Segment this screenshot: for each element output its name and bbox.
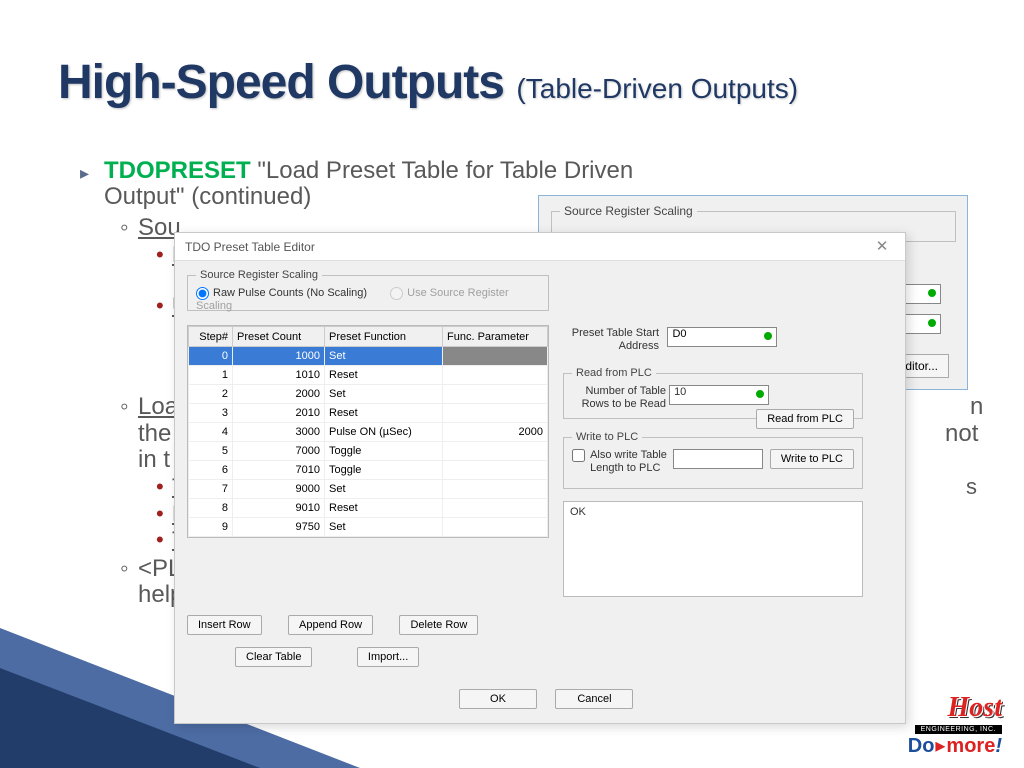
write-legend: Write to PLC <box>572 431 642 443</box>
table-row[interactable]: 01000Set <box>189 347 548 366</box>
write-to-plc-fieldset: Write to PLC Also write Table Length to … <box>563 431 863 489</box>
preset-start-address-field: Preset Table Start Address D0 <box>565 327 885 353</box>
read-from-plc-fieldset: Read from PLC Number of Table Rows to be… <box>563 367 863 419</box>
dialog-title-text: TDO Preset Table Editor <box>185 240 315 254</box>
valid-dot-icon <box>764 332 772 340</box>
slide-title: High-Speed Outputs (Table-Driven Outputs… <box>58 55 798 110</box>
write-cb-label: Also write Table Length to PLC <box>590 449 670 475</box>
append-row-button[interactable]: Append Row <box>288 615 373 635</box>
tdo-preset-editor-dialog: TDO Preset Table Editor ✕ Source Registe… <box>174 232 906 724</box>
clear-table-button[interactable]: Clear Table <box>235 647 312 667</box>
radio-srs-input <box>390 287 403 300</box>
dialog-confirm-buttons: OK Cancel <box>459 689 647 709</box>
close-icon[interactable]: ✕ <box>867 233 897 261</box>
ok-button[interactable]: OK <box>459 689 537 709</box>
table-row[interactable]: 22000Set <box>189 385 548 404</box>
write-length-input[interactable] <box>673 449 763 469</box>
table-row[interactable]: 11010Reset <box>189 366 548 385</box>
table-row[interactable]: 89010Reset <box>189 499 548 518</box>
valid-dot-icon <box>928 319 936 327</box>
table-row[interactable]: 43000Pulse ON (µSec)2000 <box>189 423 548 442</box>
read-legend: Read from PLC <box>572 367 656 379</box>
src-scale-legend: Source Register Scaling <box>196 269 322 281</box>
table-row[interactable]: 79000Set <box>189 480 548 499</box>
insert-row-button[interactable]: Insert Row <box>187 615 262 635</box>
bg-source-scaling-legend: Source Register Scaling <box>560 204 697 218</box>
host-engineering-tag: ENGINEERING, INC. <box>915 725 1002 734</box>
radio-raw-input[interactable] <box>196 287 209 300</box>
read-rows-label: Number of Table Rows to be Read <box>572 385 666 411</box>
table-row[interactable]: 67010Toggle <box>189 461 548 480</box>
valid-dot-icon <box>928 289 936 297</box>
host-logo: Host <box>948 692 1002 724</box>
delete-row-button[interactable]: Delete Row <box>399 615 478 635</box>
table-row[interactable]: 57000Toggle <box>189 442 548 461</box>
also-write-length-checkbox[interactable] <box>572 449 585 462</box>
keyword-tdopreset: TDOPRESET <box>104 157 251 184</box>
title-sub: (Table-Driven Outputs) <box>516 73 798 104</box>
domore-logo: Domore! <box>908 735 1002 758</box>
play-icon <box>935 742 945 752</box>
preset-table[interactable]: Step# Preset Count Preset Function Func.… <box>187 325 549 538</box>
title-main: High-Speed Outputs <box>58 56 504 109</box>
read-rows-input[interactable]: 10 <box>669 385 769 405</box>
preset-addr-label: Preset Table Start Address <box>565 327 659 353</box>
radio-raw-pulse[interactable]: Raw Pulse Counts (No Scaling) <box>196 287 367 299</box>
row-edit-buttons: Insert Row Append Row Delete Row <box>187 615 549 635</box>
col-func[interactable]: Preset Function <box>325 327 443 347</box>
write-to-plc-button[interactable]: Write to PLC <box>770 449 854 469</box>
table-row[interactable]: 99750Set <box>189 518 548 537</box>
table-header-row: Step# Preset Count Preset Function Func.… <box>189 327 548 347</box>
valid-dot-icon <box>756 390 764 398</box>
dialog-titlebar[interactable]: TDO Preset Table Editor ✕ <box>175 233 905 261</box>
preset-addr-input[interactable]: D0 <box>667 327 777 347</box>
table-action-buttons: Clear Table Import... <box>235 647 459 667</box>
import-button[interactable]: Import... <box>357 647 419 667</box>
source-register-scaling-fieldset: Source Register Scaling Raw Pulse Counts… <box>187 269 549 311</box>
col-param[interactable]: Func. Parameter <box>443 327 548 347</box>
table-row[interactable]: 32010Reset <box>189 404 548 423</box>
status-textarea[interactable]: OK <box>563 501 863 597</box>
status-text: OK <box>570 506 586 518</box>
col-count[interactable]: Preset Count <box>233 327 325 347</box>
col-step[interactable]: Step# <box>189 327 233 347</box>
cancel-button[interactable]: Cancel <box>555 689 633 709</box>
read-from-plc-button[interactable]: Read from PLC <box>756 409 854 429</box>
